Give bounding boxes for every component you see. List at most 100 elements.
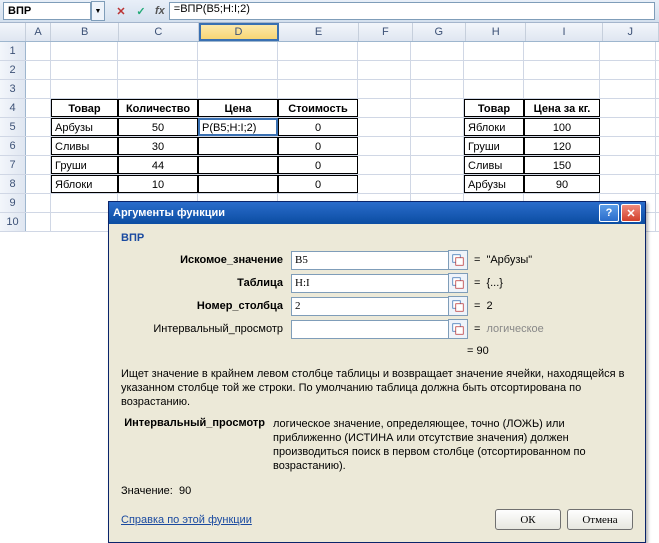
row-header[interactable]: 5 [0, 118, 26, 136]
cell-C6[interactable]: 30 [118, 137, 198, 155]
cell-H2[interactable] [464, 61, 524, 79]
cell-H3[interactable] [464, 80, 524, 98]
select-all-corner[interactable] [0, 23, 26, 41]
cell-D2[interactable] [198, 61, 278, 79]
cell-G5[interactable] [411, 118, 464, 136]
cell-G1[interactable] [411, 42, 464, 60]
cell-D1[interactable] [198, 42, 278, 60]
cell-I4[interactable]: Цена за кг. [524, 99, 600, 117]
cell-B3[interactable] [51, 80, 118, 98]
cell-E7[interactable]: 0 [278, 156, 358, 174]
range-selector-icon[interactable] [448, 250, 468, 270]
fx-icon[interactable]: fx [155, 5, 165, 17]
cell-I3[interactable] [524, 80, 600, 98]
col-header-c[interactable]: C [119, 23, 199, 41]
ok-button[interactable]: ОК [495, 509, 561, 530]
col-header-f[interactable]: F [359, 23, 412, 41]
cell-E4[interactable]: Стоимость [278, 99, 358, 117]
row-header[interactable]: 7 [0, 156, 26, 174]
cell-A3[interactable] [26, 80, 51, 98]
cell-J2[interactable] [600, 61, 656, 79]
cell-H4[interactable]: Товар [464, 99, 524, 117]
col-header-i[interactable]: I [526, 23, 602, 41]
cell-H6[interactable]: Груши [464, 137, 524, 155]
col-header-g[interactable]: G [413, 23, 466, 41]
cell-H7[interactable]: Сливы [464, 156, 524, 174]
cell-C1[interactable] [118, 42, 198, 60]
cell-I8[interactable]: 90 [524, 175, 600, 193]
row-header[interactable]: 9 [0, 194, 26, 212]
cell-B2[interactable] [51, 61, 118, 79]
cell-C3[interactable] [118, 80, 198, 98]
cell-G8[interactable] [411, 175, 464, 193]
col-header-a[interactable]: A [26, 23, 52, 41]
cell-I5[interactable]: 100 [524, 118, 600, 136]
dialog-help-icon[interactable]: ? [599, 204, 619, 222]
cell-D3[interactable] [198, 80, 278, 98]
formula-input[interactable]: =ВПР(B5;H:I;2) [169, 2, 655, 20]
cell-F6[interactable] [358, 137, 411, 155]
row-header[interactable]: 6 [0, 137, 26, 155]
enter-formula-icon[interactable]: ✓ [132, 2, 150, 20]
cell-F5[interactable] [358, 118, 411, 136]
cell-D7[interactable] [198, 156, 278, 174]
cell-B4[interactable]: Товар [51, 99, 118, 117]
arg-input-3[interactable] [291, 320, 449, 339]
row-header[interactable]: 1 [0, 42, 26, 60]
cell-E8[interactable]: 0 [278, 175, 358, 193]
cell-B5[interactable]: Арбузы [51, 118, 118, 136]
cell-F3[interactable] [358, 80, 411, 98]
cell-B1[interactable] [51, 42, 118, 60]
cell-A8[interactable] [26, 175, 51, 193]
row-header[interactable]: 10 [0, 213, 26, 231]
range-selector-icon[interactable] [448, 296, 468, 316]
cancel-formula-icon[interactable]: ✕ [112, 2, 130, 20]
cell-D6[interactable] [198, 137, 278, 155]
row-header[interactable]: 4 [0, 99, 26, 117]
cell-C5[interactable]: 50 [118, 118, 198, 136]
cell-B6[interactable]: Сливы [51, 137, 118, 155]
cell-G2[interactable] [411, 61, 464, 79]
range-selector-icon[interactable] [448, 273, 468, 293]
arg-input-2[interactable] [291, 297, 449, 316]
cell-J1[interactable] [600, 42, 656, 60]
cell-C8[interactable]: 10 [118, 175, 198, 193]
name-box[interactable]: ВПР [3, 2, 91, 20]
col-header-d[interactable]: D [199, 23, 279, 41]
dialog-titlebar[interactable]: Аргументы функции ? ✕ [109, 202, 645, 224]
cell-J8[interactable] [600, 175, 656, 193]
col-header-h[interactable]: H [466, 23, 526, 41]
cell-J3[interactable] [600, 80, 656, 98]
cell-I7[interactable]: 150 [524, 156, 600, 174]
row-header[interactable]: 8 [0, 175, 26, 193]
cell-F8[interactable] [358, 175, 411, 193]
arg-input-1[interactable] [291, 274, 449, 293]
range-selector-icon[interactable] [448, 319, 468, 339]
cell-F7[interactable] [358, 156, 411, 174]
cell-A10[interactable] [26, 213, 51, 231]
cell-F1[interactable] [358, 42, 411, 60]
cell-J6[interactable] [600, 137, 656, 155]
cell-A5[interactable] [26, 118, 51, 136]
col-header-e[interactable]: E [279, 23, 359, 41]
cell-H8[interactable]: Арбузы [464, 175, 524, 193]
col-header-b[interactable]: B [51, 23, 118, 41]
cell-H5[interactable]: Яблоки [464, 118, 524, 136]
cell-A6[interactable] [26, 137, 51, 155]
cell-A9[interactable] [26, 194, 51, 212]
cell-G3[interactable] [411, 80, 464, 98]
row-header[interactable]: 2 [0, 61, 26, 79]
cell-A1[interactable] [26, 42, 51, 60]
cell-A7[interactable] [26, 156, 51, 174]
cell-E2[interactable] [278, 61, 358, 79]
cell-F4[interactable] [358, 99, 411, 117]
cell-A4[interactable] [26, 99, 51, 117]
row-header[interactable]: 3 [0, 80, 26, 98]
cell-D4[interactable]: Цена [198, 99, 278, 117]
cell-H1[interactable] [464, 42, 524, 60]
name-box-dropdown[interactable]: ▼ [91, 1, 105, 21]
cell-C2[interactable] [118, 61, 198, 79]
cell-D8[interactable] [198, 175, 278, 193]
cell-E3[interactable] [278, 80, 358, 98]
arg-input-0[interactable] [291, 251, 449, 270]
